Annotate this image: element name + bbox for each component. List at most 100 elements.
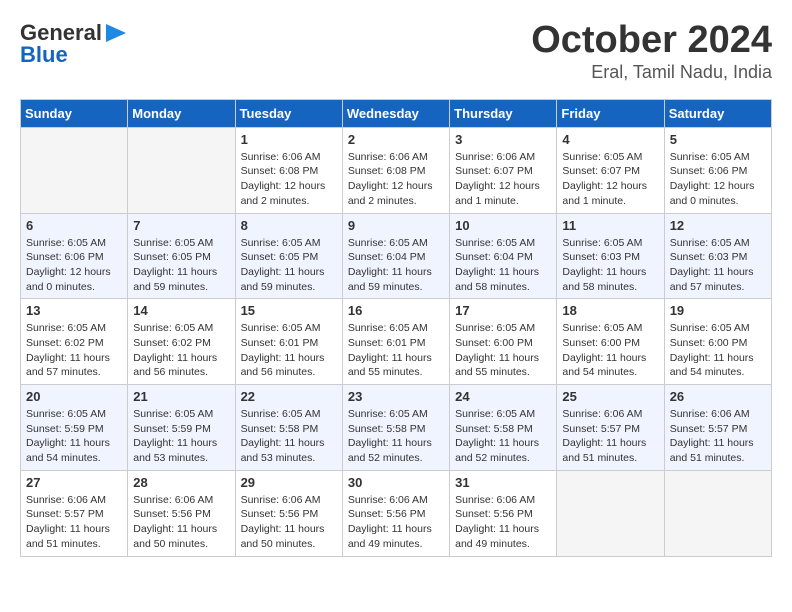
day-info: Sunrise: 6:06 AM Sunset: 6:08 PM Dayligh… xyxy=(241,150,337,209)
day-number: 4 xyxy=(562,132,658,147)
logo: General Blue xyxy=(20,20,126,68)
calendar-cell: 29 Sunrise: 6:06 AM Sunset: 5:56 PM Dayli… xyxy=(235,470,342,556)
column-header-thursday: Thursday xyxy=(450,99,557,127)
day-info: Sunrise: 6:05 AM Sunset: 6:07 PM Dayligh… xyxy=(562,150,658,209)
day-number: 19 xyxy=(670,303,766,318)
day-number: 27 xyxy=(26,475,122,490)
day-info: Sunrise: 6:05 AM Sunset: 6:00 PM Dayligh… xyxy=(670,321,766,380)
calendar-cell: 7 Sunrise: 6:05 AM Sunset: 6:05 PM Daylig… xyxy=(128,213,235,299)
day-info: Sunrise: 6:05 AM Sunset: 6:01 PM Dayligh… xyxy=(241,321,337,380)
day-number: 30 xyxy=(348,475,444,490)
page-header: General Blue October 2024 Eral, Tamil Na… xyxy=(20,20,772,83)
day-number: 6 xyxy=(26,218,122,233)
day-number: 7 xyxy=(133,218,229,233)
day-info: Sunrise: 6:05 AM Sunset: 6:05 PM Dayligh… xyxy=(133,236,229,295)
day-info: Sunrise: 6:05 AM Sunset: 6:03 PM Dayligh… xyxy=(670,236,766,295)
page-title: October 2024 xyxy=(531,20,772,62)
calendar-cell: 26 Sunrise: 6:06 AM Sunset: 5:57 PM Dayli… xyxy=(664,385,771,471)
calendar-cell: 27Sunrise: 6:06 AM Sunset: 5:57 PM Dayli… xyxy=(21,470,128,556)
calendar-cell: 28 Sunrise: 6:06 AM Sunset: 5:56 PM Dayli… xyxy=(128,470,235,556)
day-info: Sunrise: 6:05 AM Sunset: 5:58 PM Dayligh… xyxy=(455,407,551,466)
calendar-cell: 8 Sunrise: 6:05 AM Sunset: 6:05 PM Daylig… xyxy=(235,213,342,299)
day-number: 2 xyxy=(348,132,444,147)
calendar-week-row: 13Sunrise: 6:05 AM Sunset: 6:02 PM Dayli… xyxy=(21,299,772,385)
calendar-cell: 13Sunrise: 6:05 AM Sunset: 6:02 PM Dayli… xyxy=(21,299,128,385)
calendar-cell: 15 Sunrise: 6:05 AM Sunset: 6:01 PM Dayli… xyxy=(235,299,342,385)
calendar-week-row: 6 Sunrise: 6:05 AM Sunset: 6:06 PM Daylig… xyxy=(21,213,772,299)
column-header-wednesday: Wednesday xyxy=(342,99,449,127)
calendar-table: SundayMondayTuesdayWednesdayThursdayFrid… xyxy=(20,99,772,557)
day-info: Sunrise: 6:05 AM Sunset: 5:58 PM Dayligh… xyxy=(241,407,337,466)
day-number: 21 xyxy=(133,389,229,404)
calendar-cell: 30Sunrise: 6:06 AM Sunset: 5:56 PM Dayli… xyxy=(342,470,449,556)
calendar-cell: 31 Sunrise: 6:06 AM Sunset: 5:56 PM Dayli… xyxy=(450,470,557,556)
day-info: Sunrise: 6:06 AM Sunset: 5:56 PM Dayligh… xyxy=(455,493,551,552)
day-number: 29 xyxy=(241,475,337,490)
day-number: 12 xyxy=(670,218,766,233)
calendar-cell: 24Sunrise: 6:05 AM Sunset: 5:58 PM Dayli… xyxy=(450,385,557,471)
day-number: 20 xyxy=(26,389,122,404)
calendar-week-row: 1 Sunrise: 6:06 AM Sunset: 6:08 PM Daylig… xyxy=(21,127,772,213)
day-info: Sunrise: 6:05 AM Sunset: 6:05 PM Dayligh… xyxy=(241,236,337,295)
day-number: 18 xyxy=(562,303,658,318)
day-info: Sunrise: 6:05 AM Sunset: 5:58 PM Dayligh… xyxy=(348,407,444,466)
day-info: Sunrise: 6:06 AM Sunset: 5:57 PM Dayligh… xyxy=(562,407,658,466)
column-header-tuesday: Tuesday xyxy=(235,99,342,127)
calendar-cell: 10 Sunrise: 6:05 AM Sunset: 6:04 PM Dayli… xyxy=(450,213,557,299)
day-info: Sunrise: 6:06 AM Sunset: 6:07 PM Dayligh… xyxy=(455,150,551,209)
day-number: 10 xyxy=(455,218,551,233)
calendar-cell: 4 Sunrise: 6:05 AM Sunset: 6:07 PM Daylig… xyxy=(557,127,664,213)
calendar-cell: 5 Sunrise: 6:05 AM Sunset: 6:06 PM Daylig… xyxy=(664,127,771,213)
calendar-cell: 1 Sunrise: 6:06 AM Sunset: 6:08 PM Daylig… xyxy=(235,127,342,213)
page-subtitle: Eral, Tamil Nadu, India xyxy=(531,62,772,83)
column-header-monday: Monday xyxy=(128,99,235,127)
day-info: Sunrise: 6:05 AM Sunset: 6:06 PM Dayligh… xyxy=(26,236,122,295)
day-number: 17 xyxy=(455,303,551,318)
day-number: 28 xyxy=(133,475,229,490)
day-info: Sunrise: 6:06 AM Sunset: 5:56 PM Dayligh… xyxy=(133,493,229,552)
day-number: 3 xyxy=(455,132,551,147)
calendar-week-row: 20Sunrise: 6:05 AM Sunset: 5:59 PM Dayli… xyxy=(21,385,772,471)
day-info: Sunrise: 6:06 AM Sunset: 6:08 PM Dayligh… xyxy=(348,150,444,209)
day-number: 16 xyxy=(348,303,444,318)
day-number: 5 xyxy=(670,132,766,147)
day-number: 1 xyxy=(241,132,337,147)
day-info: Sunrise: 6:05 AM Sunset: 6:03 PM Dayligh… xyxy=(562,236,658,295)
column-header-sunday: Sunday xyxy=(21,99,128,127)
calendar-cell: 18Sunrise: 6:05 AM Sunset: 6:00 PM Dayli… xyxy=(557,299,664,385)
day-info: Sunrise: 6:05 AM Sunset: 6:01 PM Dayligh… xyxy=(348,321,444,380)
calendar-cell xyxy=(21,127,128,213)
day-number: 9 xyxy=(348,218,444,233)
day-number: 31 xyxy=(455,475,551,490)
day-info: Sunrise: 6:05 AM Sunset: 6:00 PM Dayligh… xyxy=(455,321,551,380)
calendar-cell: 9Sunrise: 6:05 AM Sunset: 6:04 PM Daylig… xyxy=(342,213,449,299)
day-info: Sunrise: 6:05 AM Sunset: 6:02 PM Dayligh… xyxy=(133,321,229,380)
calendar-cell: 22 Sunrise: 6:05 AM Sunset: 5:58 PM Dayli… xyxy=(235,385,342,471)
calendar-cell: 25 Sunrise: 6:06 AM Sunset: 5:57 PM Dayli… xyxy=(557,385,664,471)
day-number: 11 xyxy=(562,218,658,233)
calendar-cell: 20Sunrise: 6:05 AM Sunset: 5:59 PM Dayli… xyxy=(21,385,128,471)
calendar-cell: 23Sunrise: 6:05 AM Sunset: 5:58 PM Dayli… xyxy=(342,385,449,471)
calendar-cell: 6 Sunrise: 6:05 AM Sunset: 6:06 PM Daylig… xyxy=(21,213,128,299)
day-number: 8 xyxy=(241,218,337,233)
calendar-cell: 11 Sunrise: 6:05 AM Sunset: 6:03 PM Dayli… xyxy=(557,213,664,299)
logo-arrow-icon xyxy=(106,24,126,42)
day-info: Sunrise: 6:05 AM Sunset: 6:06 PM Dayligh… xyxy=(670,150,766,209)
day-info: Sunrise: 6:06 AM Sunset: 5:57 PM Dayligh… xyxy=(670,407,766,466)
day-number: 15 xyxy=(241,303,337,318)
day-info: Sunrise: 6:05 AM Sunset: 6:02 PM Dayligh… xyxy=(26,321,122,380)
day-number: 22 xyxy=(241,389,337,404)
logo-blue: Blue xyxy=(20,42,68,68)
calendar-cell: 12 Sunrise: 6:05 AM Sunset: 6:03 PM Dayli… xyxy=(664,213,771,299)
day-info: Sunrise: 6:05 AM Sunset: 6:04 PM Dayligh… xyxy=(455,236,551,295)
calendar-cell: 21Sunrise: 6:05 AM Sunset: 5:59 PM Dayli… xyxy=(128,385,235,471)
day-info: Sunrise: 6:06 AM Sunset: 5:56 PM Dayligh… xyxy=(241,493,337,552)
day-number: 25 xyxy=(562,389,658,404)
column-header-saturday: Saturday xyxy=(664,99,771,127)
calendar-cell: 2 Sunrise: 6:06 AM Sunset: 6:08 PM Daylig… xyxy=(342,127,449,213)
day-number: 14 xyxy=(133,303,229,318)
calendar-cell xyxy=(664,470,771,556)
calendar-cell xyxy=(128,127,235,213)
day-number: 26 xyxy=(670,389,766,404)
column-header-friday: Friday xyxy=(557,99,664,127)
